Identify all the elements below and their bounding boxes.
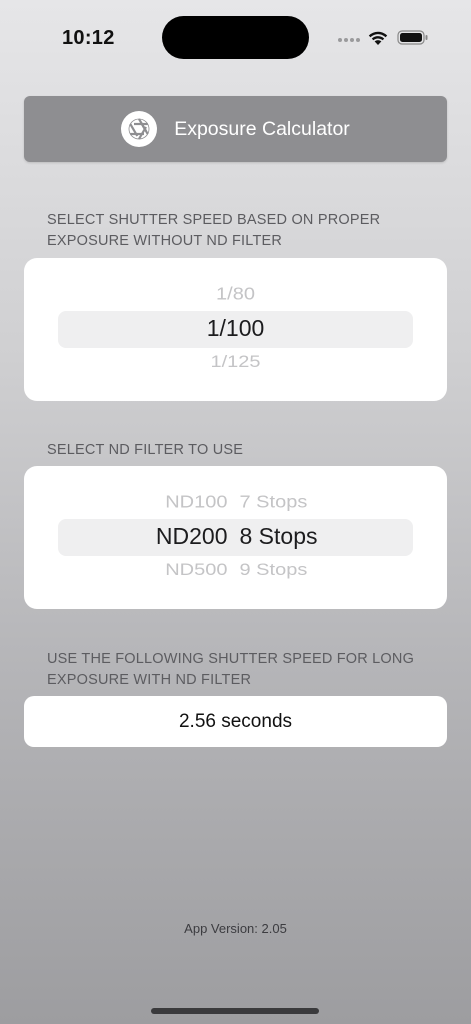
nd-filter-stops: 8 Stops bbox=[239, 523, 318, 549]
result-section-label: USE THE FOLLOWING SHUTTER SPEED FOR LONG… bbox=[47, 651, 415, 688]
nd-filter-stops: 9 Stops bbox=[239, 560, 308, 580]
cellular-signal-icon bbox=[338, 36, 360, 44]
header-title: Exposure Calculator bbox=[174, 117, 350, 140]
picker-option-above[interactable]: 1/80 bbox=[24, 284, 447, 305]
nd-filter-name: ND200 bbox=[155, 523, 228, 549]
nd-filter-stops: 7 Stops bbox=[239, 492, 308, 512]
shutter-speed-picker[interactable]: 1/80 1/100 1/125 bbox=[24, 258, 447, 401]
nd-option-selected[interactable]: ND200 8 Stops bbox=[24, 523, 447, 550]
app-version: App Version: 2.05 bbox=[184, 921, 287, 936]
nd-option-below[interactable]: ND500 9 Stops bbox=[24, 561, 447, 581]
aperture-icon bbox=[121, 111, 158, 147]
shutter-section-label: SELECT SHUTTER SPEED BASED ON PROPER EXP… bbox=[47, 212, 381, 249]
picker-option-below[interactable]: 1/125 bbox=[24, 353, 447, 373]
nd-filter-name: ND500 bbox=[165, 560, 228, 580]
result-value: 2.56 seconds bbox=[178, 710, 293, 732]
nd-filter-picker[interactable]: ND100 7 Stops ND200 8 Stops ND500 9 Stop… bbox=[24, 466, 447, 609]
dynamic-island bbox=[162, 16, 309, 59]
home-indicator[interactable] bbox=[151, 1008, 319, 1014]
nd-filter-name: ND100 bbox=[165, 492, 228, 512]
status-time: 10:12 bbox=[62, 27, 115, 49]
exposure-calculator-header[interactable]: Exposure Calculator bbox=[24, 96, 447, 162]
status-bar: 10:12 bbox=[0, 0, 471, 76]
result-shutter-speed: 2.56 seconds bbox=[24, 696, 447, 747]
battery-icon bbox=[397, 30, 428, 45]
wifi-icon bbox=[368, 31, 388, 45]
nd-option-above[interactable]: ND100 7 Stops bbox=[24, 492, 447, 513]
nd-filter-section-label: SELECT ND FILTER TO USE bbox=[47, 442, 244, 458]
picker-option-selected[interactable]: 1/100 bbox=[24, 315, 447, 342]
